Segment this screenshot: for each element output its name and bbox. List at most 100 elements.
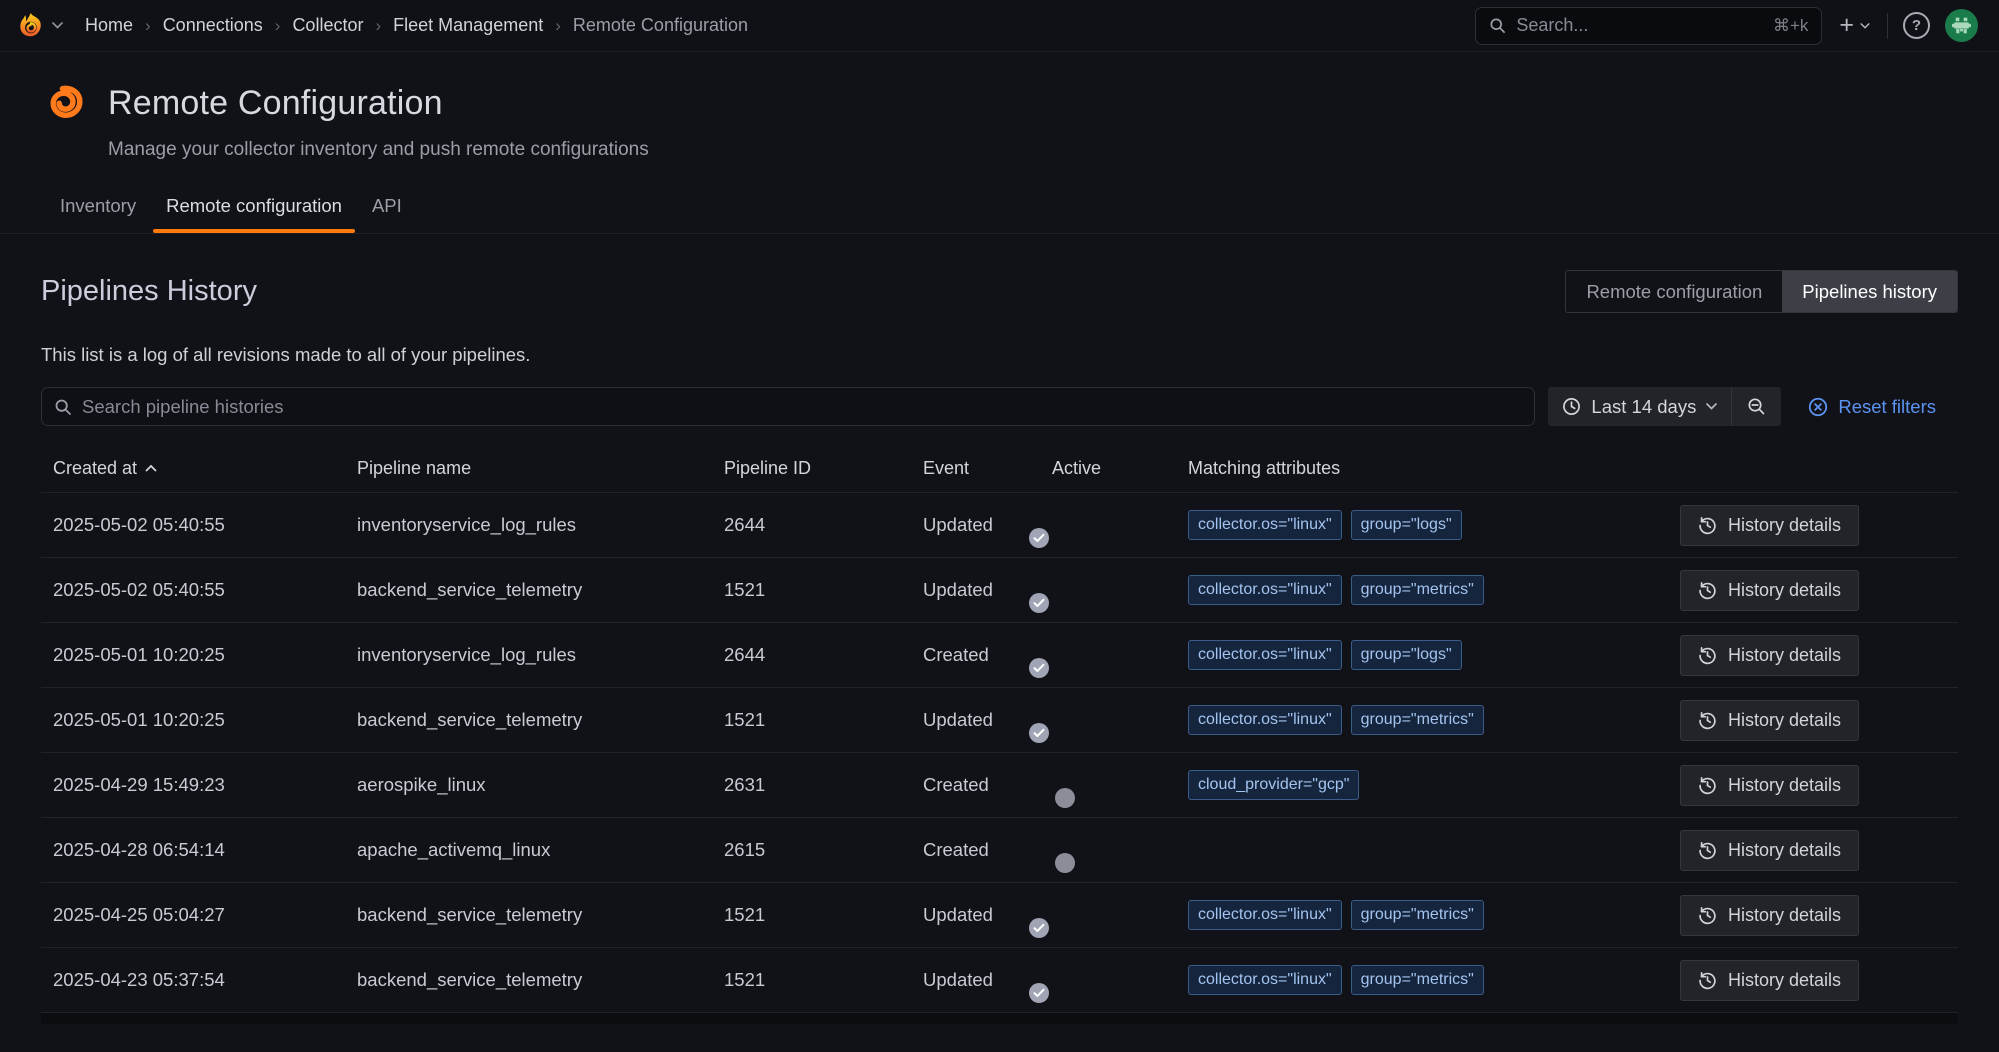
table-end [41, 1012, 1958, 1024]
sort-ascending-icon [145, 464, 157, 472]
cell-created-at: 2025-05-02 05:40:55 [41, 514, 357, 536]
cell-created-at: 2025-05-01 10:20:25 [41, 709, 357, 731]
cell-pipeline-id: 2644 [724, 644, 923, 666]
history-details-button[interactable]: History details [1680, 895, 1859, 936]
column-header-created-at[interactable]: Created at [41, 458, 357, 479]
attribute-badges: collector.os="linux"group="logs" [1188, 640, 1653, 670]
help-icon[interactable]: ? [1903, 12, 1930, 39]
breadcrumb-separator: › [145, 16, 151, 36]
toggle-knob [1029, 983, 1049, 1003]
attribute-badge: collector.os="linux" [1188, 575, 1342, 605]
history-details-button[interactable]: History details [1680, 570, 1859, 611]
attribute-badge: group="logs" [1351, 510, 1462, 540]
page-subtitle: Manage your collector inventory and push… [108, 139, 1958, 161]
attribute-badge: collector.os="linux" [1188, 965, 1342, 995]
attribute-badge: group="metrics" [1351, 705, 1484, 735]
attribute-badge: group="metrics" [1351, 900, 1484, 930]
search-icon [54, 398, 72, 416]
view-toggle-remote-configuration[interactable]: Remote configuration [1566, 271, 1782, 312]
history-icon [1698, 711, 1717, 730]
zoom-out-icon [1747, 397, 1766, 416]
table-row: 2025-04-28 06:54:14 apache_activemq_linu… [41, 817, 1958, 882]
table-row: 2025-05-02 05:40:55 inventoryservice_log… [41, 492, 1958, 557]
tab-api[interactable]: API [357, 181, 417, 233]
table-row: 2025-05-01 10:20:25 inventoryservice_log… [41, 622, 1958, 687]
cell-event: Created [923, 839, 1052, 861]
search-shortcut-hint: ⌘+k [1773, 16, 1808, 36]
pipeline-search-box[interactable] [41, 387, 1535, 426]
attribute-badge: group="logs" [1351, 640, 1462, 670]
page-header: Remote Configuration Manage your collect… [0, 52, 1999, 161]
time-range-group: Last 14 days [1548, 387, 1781, 426]
tab-inventory[interactable]: Inventory [45, 181, 151, 233]
breadcrumb-collector[interactable]: Collector [292, 15, 363, 36]
history-details-button[interactable]: History details [1680, 505, 1859, 546]
history-details-button[interactable]: History details [1680, 635, 1859, 676]
attribute-badges: collector.os="linux"group="metrics" [1188, 900, 1653, 930]
global-search-input[interactable] [1516, 15, 1763, 36]
breadcrumb-fleet-management[interactable]: Fleet Management [393, 15, 543, 36]
global-search-box[interactable]: ⌘+k [1475, 7, 1822, 45]
reset-filters-button[interactable]: Reset filters [1808, 396, 1936, 418]
toggle-knob [1029, 918, 1049, 938]
cell-pipeline-name: inventoryservice_log_rules [357, 644, 724, 666]
cell-created-at: 2025-04-25 05:04:27 [41, 904, 357, 926]
breadcrumb-separator: › [375, 16, 381, 36]
history-details-label: History details [1728, 515, 1841, 536]
tab-remote-configuration[interactable]: Remote configuration [151, 181, 357, 233]
attribute-badges: cloud_provider="gcp" [1188, 770, 1653, 800]
view-toggle-pipelines-history[interactable]: Pipelines history [1782, 271, 1957, 312]
nav-divider [1887, 13, 1888, 39]
cell-pipeline-name: inventoryservice_log_rules [357, 514, 724, 536]
time-range-picker[interactable]: Last 14 days [1548, 387, 1731, 426]
breadcrumb-home[interactable]: Home [85, 15, 133, 36]
grafana-logo-menu[interactable] [16, 11, 63, 40]
add-new-dropdown[interactable]: + [1837, 9, 1872, 42]
chevron-down-icon [52, 22, 63, 29]
table-body: 2025-05-02 05:40:55 inventoryservice_log… [41, 492, 1958, 1012]
section-title: Pipelines History [41, 275, 257, 308]
pipelines-history-table: Created at Pipeline name Pipeline ID Eve… [41, 444, 1958, 1024]
toggle-knob [1029, 723, 1049, 743]
cell-pipeline-id: 1521 [724, 904, 923, 926]
table-row: 2025-04-25 05:04:27 backend_service_tele… [41, 882, 1958, 947]
cell-pipeline-name: backend_service_telemetry [357, 904, 724, 926]
cell-pipeline-id: 2644 [724, 514, 923, 536]
toggle-knob [1055, 853, 1075, 873]
history-details-label: History details [1728, 710, 1841, 731]
collector-app-icon [41, 79, 90, 128]
column-header-pipeline-name: Pipeline name [357, 458, 724, 479]
reset-filters-label: Reset filters [1838, 396, 1936, 418]
attribute-badges: collector.os="linux"group="metrics" [1188, 965, 1653, 995]
user-avatar[interactable] [1945, 9, 1978, 42]
grafana-logo-icon [16, 11, 45, 40]
zoom-out-time-button[interactable] [1731, 387, 1781, 426]
cell-created-at: 2025-04-28 06:54:14 [41, 839, 357, 861]
toggle-knob [1055, 788, 1075, 808]
breadcrumb-connections[interactable]: Connections [163, 15, 263, 36]
history-icon [1698, 906, 1717, 925]
chevron-down-icon [1860, 23, 1870, 29]
history-icon [1698, 646, 1717, 665]
history-icon [1698, 776, 1717, 795]
history-icon [1698, 841, 1717, 860]
cell-pipeline-id: 1521 [724, 709, 923, 731]
history-details-button[interactable]: History details [1680, 960, 1859, 1001]
attribute-badge: cloud_provider="gcp" [1188, 770, 1359, 800]
cell-pipeline-name: backend_service_telemetry [357, 709, 724, 731]
attribute-badges: collector.os="linux"group="metrics" [1188, 575, 1653, 605]
history-details-label: History details [1728, 840, 1841, 861]
history-details-label: History details [1728, 580, 1841, 601]
column-header-matching-attributes: Matching attributes [1188, 458, 1653, 479]
pipeline-search-input[interactable] [82, 396, 1522, 418]
history-details-button[interactable]: History details [1680, 830, 1859, 871]
table-row: 2025-04-23 05:37:54 backend_service_tele… [41, 947, 1958, 1012]
history-details-label: History details [1728, 775, 1841, 796]
table-row: 2025-04-29 15:49:23 aerospike_linux 2631… [41, 752, 1958, 817]
history-details-button[interactable]: History details [1680, 700, 1859, 741]
history-details-button[interactable]: History details [1680, 765, 1859, 806]
history-icon [1698, 581, 1717, 600]
breadcrumb: Home › Connections › Collector › Fleet M… [85, 15, 748, 36]
history-icon [1698, 971, 1717, 990]
chevron-down-icon [1706, 403, 1717, 410]
